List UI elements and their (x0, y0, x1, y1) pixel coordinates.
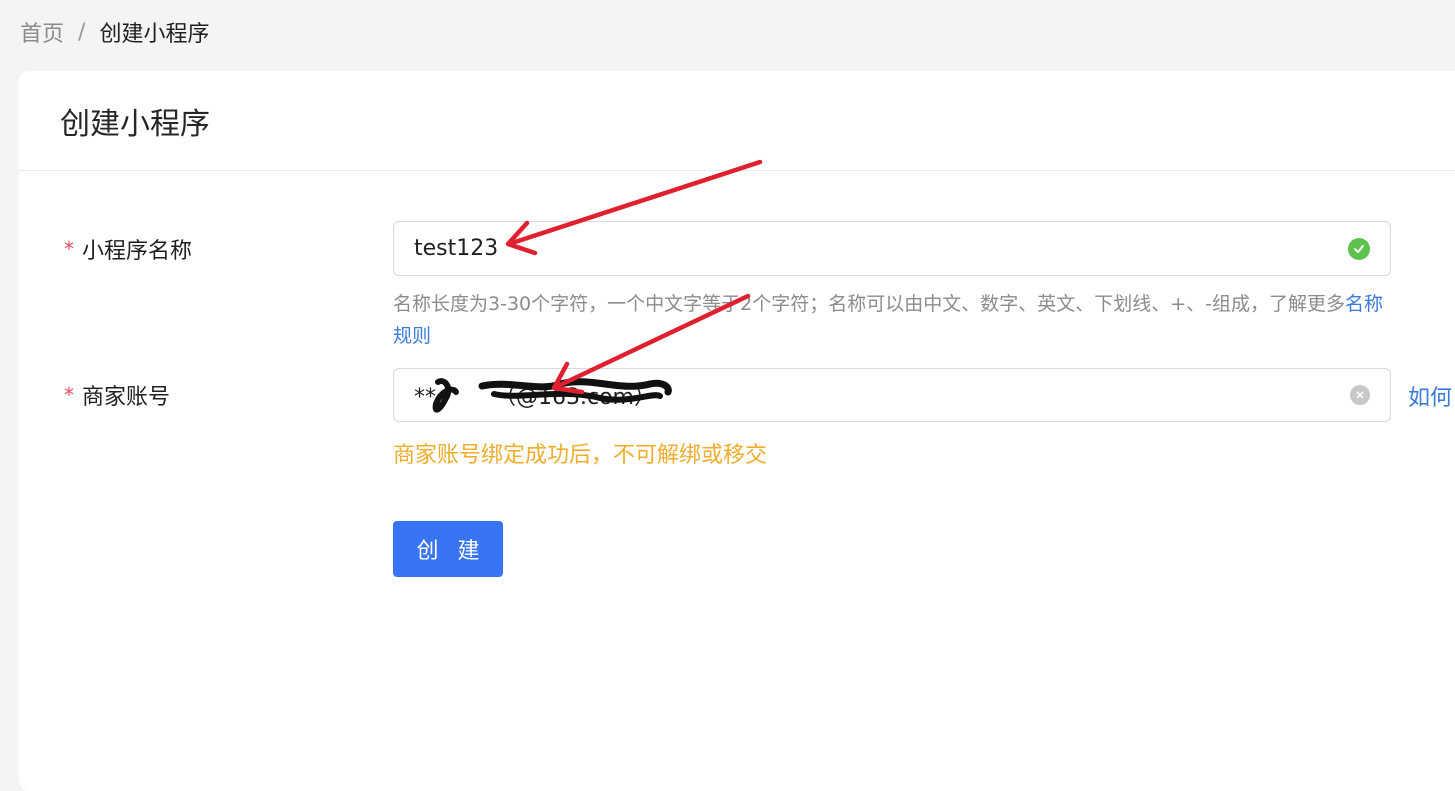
form-card: 创建小程序 * 小程序名称 test123 名称长度为3-30个字符，一个中文字… (19, 71, 1455, 791)
name-hint: 名称长度为3-30个字符，一个中文字等于2个字符；名称可以由中文、数字、英文、下… (393, 288, 1383, 352)
name-field-label: * 小程序名称 (64, 231, 192, 267)
breadcrumb-home-link[interactable]: 首页 (20, 16, 64, 48)
name-label-text: 小程序名称 (82, 239, 193, 264)
merchant-account-name: ** (414, 385, 436, 410)
breadcrumb-current: 创建小程序 (99, 22, 210, 47)
breadcrumb-separator: / (78, 19, 86, 45)
name-hint-text: 名称长度为3-30个字符，一个中文字等于2个字符；名称可以由中文、数字、英文、下… (393, 293, 1345, 315)
name-input-value[interactable]: test123 (414, 236, 1348, 261)
breadcrumb: 首页 / 创建小程序 (20, 16, 209, 48)
merchant-account-select[interactable]: ** （@163.com） (393, 368, 1391, 422)
required-mark: * (64, 237, 74, 261)
merchant-account-value[interactable]: ** （@163.com） (414, 379, 1350, 411)
how-to-link[interactable]: 如何 (1408, 380, 1452, 412)
merchant-label-text: 商家账号 (82, 385, 171, 410)
page-title: 创建小程序 (60, 106, 210, 142)
merchant-warning: 商家账号绑定成功后，不可解绑或移交 (393, 443, 768, 468)
card-header: 创建小程序 (19, 71, 1455, 171)
name-input[interactable]: test123 (393, 221, 1391, 276)
merchant-field-label: * 商家账号 (64, 377, 170, 413)
create-button[interactable]: 创 建 (393, 521, 503, 577)
close-circle-icon[interactable] (1350, 385, 1370, 405)
check-circle-icon (1348, 237, 1370, 260)
merchant-account-email: （@163.com） (494, 385, 656, 410)
required-mark: * (64, 383, 74, 407)
